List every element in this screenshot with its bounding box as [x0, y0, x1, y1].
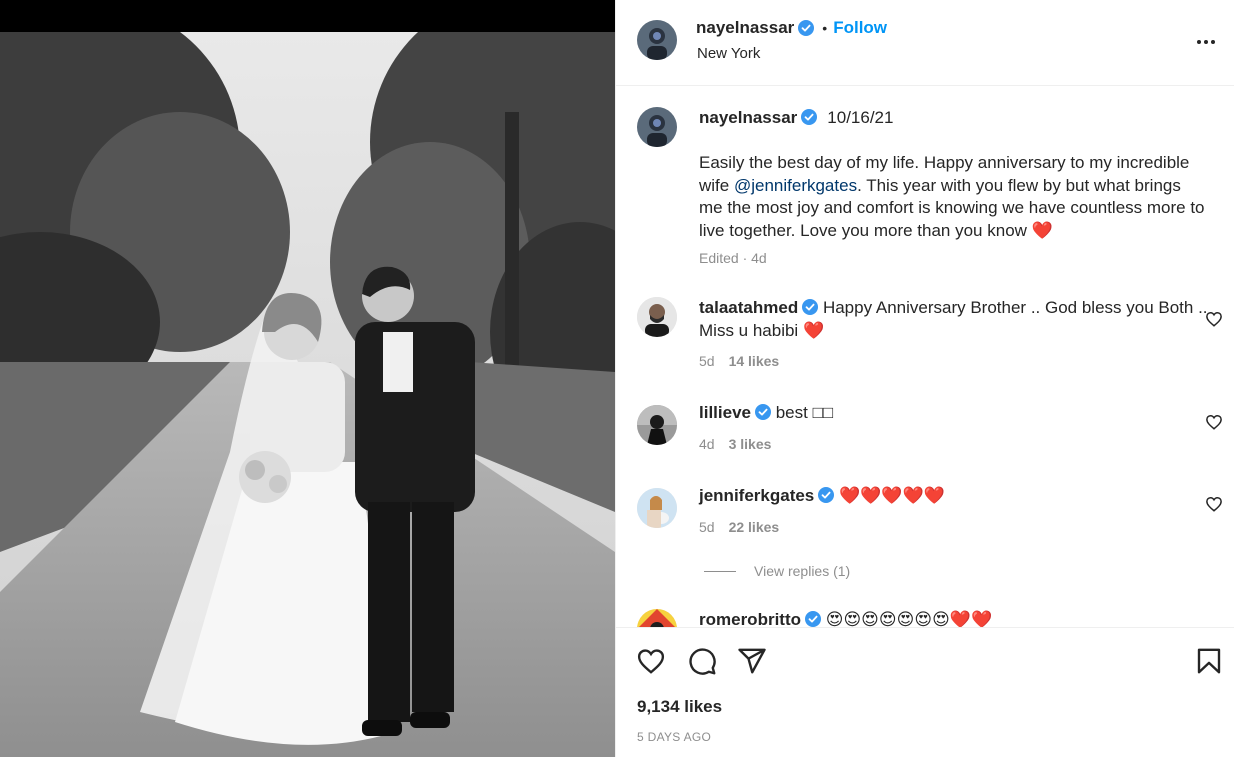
- comment-text: best: [775, 403, 813, 422]
- comment-avatar[interactable]: [637, 488, 677, 528]
- author-avatar[interactable]: [637, 20, 677, 60]
- replies-divider: [704, 570, 736, 572]
- comment-age[interactable]: 5d: [699, 353, 715, 369]
- heart-icon[interactable]: [1205, 310, 1223, 328]
- photo-top-bar: [0, 0, 615, 32]
- caption-avatar[interactable]: [637, 107, 677, 147]
- author-username[interactable]: nayelnassar: [696, 18, 794, 38]
- caption-edited: Edited · 4d: [699, 250, 767, 266]
- comment-username[interactable]: lillieve: [699, 403, 751, 422]
- heart-icon[interactable]: [636, 646, 666, 676]
- post-header: nayelnassar • Follow New York: [616, 0, 1234, 86]
- heart-icon[interactable]: [1205, 495, 1223, 513]
- verified-icon: [798, 20, 815, 36]
- comment-age[interactable]: 4d: [699, 436, 715, 452]
- comment-username[interactable]: jenniferkgates: [699, 486, 814, 505]
- comment-username[interactable]: romerobritto: [699, 610, 801, 627]
- follow-button[interactable]: Follow: [833, 18, 887, 38]
- heart-emoji: ❤️: [802, 320, 825, 340]
- more-icon: [1197, 40, 1215, 44]
- bookmark-icon[interactable]: [1194, 646, 1224, 676]
- post-side-panel: nayelnassar • Follow New York nayelnassa…: [615, 0, 1234, 757]
- heart-emoji: ❤️: [1031, 220, 1053, 240]
- post-location[interactable]: New York: [697, 45, 760, 62]
- comment-avatar[interactable]: [637, 297, 677, 337]
- comment-avatar[interactable]: [637, 405, 677, 445]
- caption-username[interactable]: nayelnassar: [699, 108, 797, 127]
- likes-count[interactable]: 9,134 likes: [637, 697, 722, 717]
- caption-date: 10/16/21: [827, 108, 894, 127]
- comment-item: jenniferkgates ❤️❤️❤️❤️❤️ 5d 22 likes: [616, 485, 1234, 555]
- comment-avatar[interactable]: [637, 609, 677, 627]
- comment-item: lillieve best □□ 4d 3 likes: [616, 402, 1234, 472]
- comment-icon[interactable]: [687, 646, 717, 676]
- mention-link[interactable]: @jenniferkgates: [734, 176, 857, 195]
- caption-text: Easily the best day of my life. Happy an…: [699, 152, 1209, 242]
- comment-username[interactable]: talaatahmed: [699, 298, 798, 317]
- view-replies-label: View replies (1): [754, 563, 851, 579]
- share-icon[interactable]: [737, 646, 767, 676]
- comment-emoji: 😍😍😍😍😍😍😍❤️❤️: [825, 610, 993, 627]
- comment-likes[interactable]: 22 likes: [729, 519, 780, 535]
- post-time-ago[interactable]: 5 DAYS AGO: [637, 730, 711, 744]
- heart-icon[interactable]: [1205, 413, 1223, 431]
- missing-glyph-emoji: □□: [812, 403, 834, 422]
- heart-emoji: ❤️❤️❤️❤️❤️: [839, 486, 945, 505]
- verified-icon: [754, 404, 771, 420]
- comment-likes[interactable]: 14 likes: [729, 353, 780, 369]
- verified-icon: [801, 109, 818, 125]
- verified-icon: [818, 487, 835, 503]
- action-bar: 9,134 likes 5 DAYS AGO: [616, 627, 1234, 757]
- view-replies-button[interactable]: View replies (1): [704, 563, 850, 579]
- post-photo-pane: [0, 0, 615, 757]
- comment-likes[interactable]: 3 likes: [729, 436, 772, 452]
- comments-list[interactable]: nayelnassar 10/16/21 Easily the best day …: [616, 87, 1234, 627]
- comment-age[interactable]: 5d: [699, 519, 715, 535]
- verified-icon: [805, 611, 821, 627]
- caption: nayelnassar 10/16/21 Easily the best day …: [616, 107, 1234, 277]
- verified-icon: [802, 299, 819, 315]
- post-photo[interactable]: [0, 32, 615, 757]
- header-separator: •: [822, 20, 828, 36]
- comment-item: talaatahmed Happy Anniversary Brother ..…: [616, 297, 1234, 387]
- comment-item: romerobritto 😍😍😍😍😍😍😍❤️❤️: [616, 609, 1234, 627]
- more-options-button[interactable]: [1192, 28, 1220, 56]
